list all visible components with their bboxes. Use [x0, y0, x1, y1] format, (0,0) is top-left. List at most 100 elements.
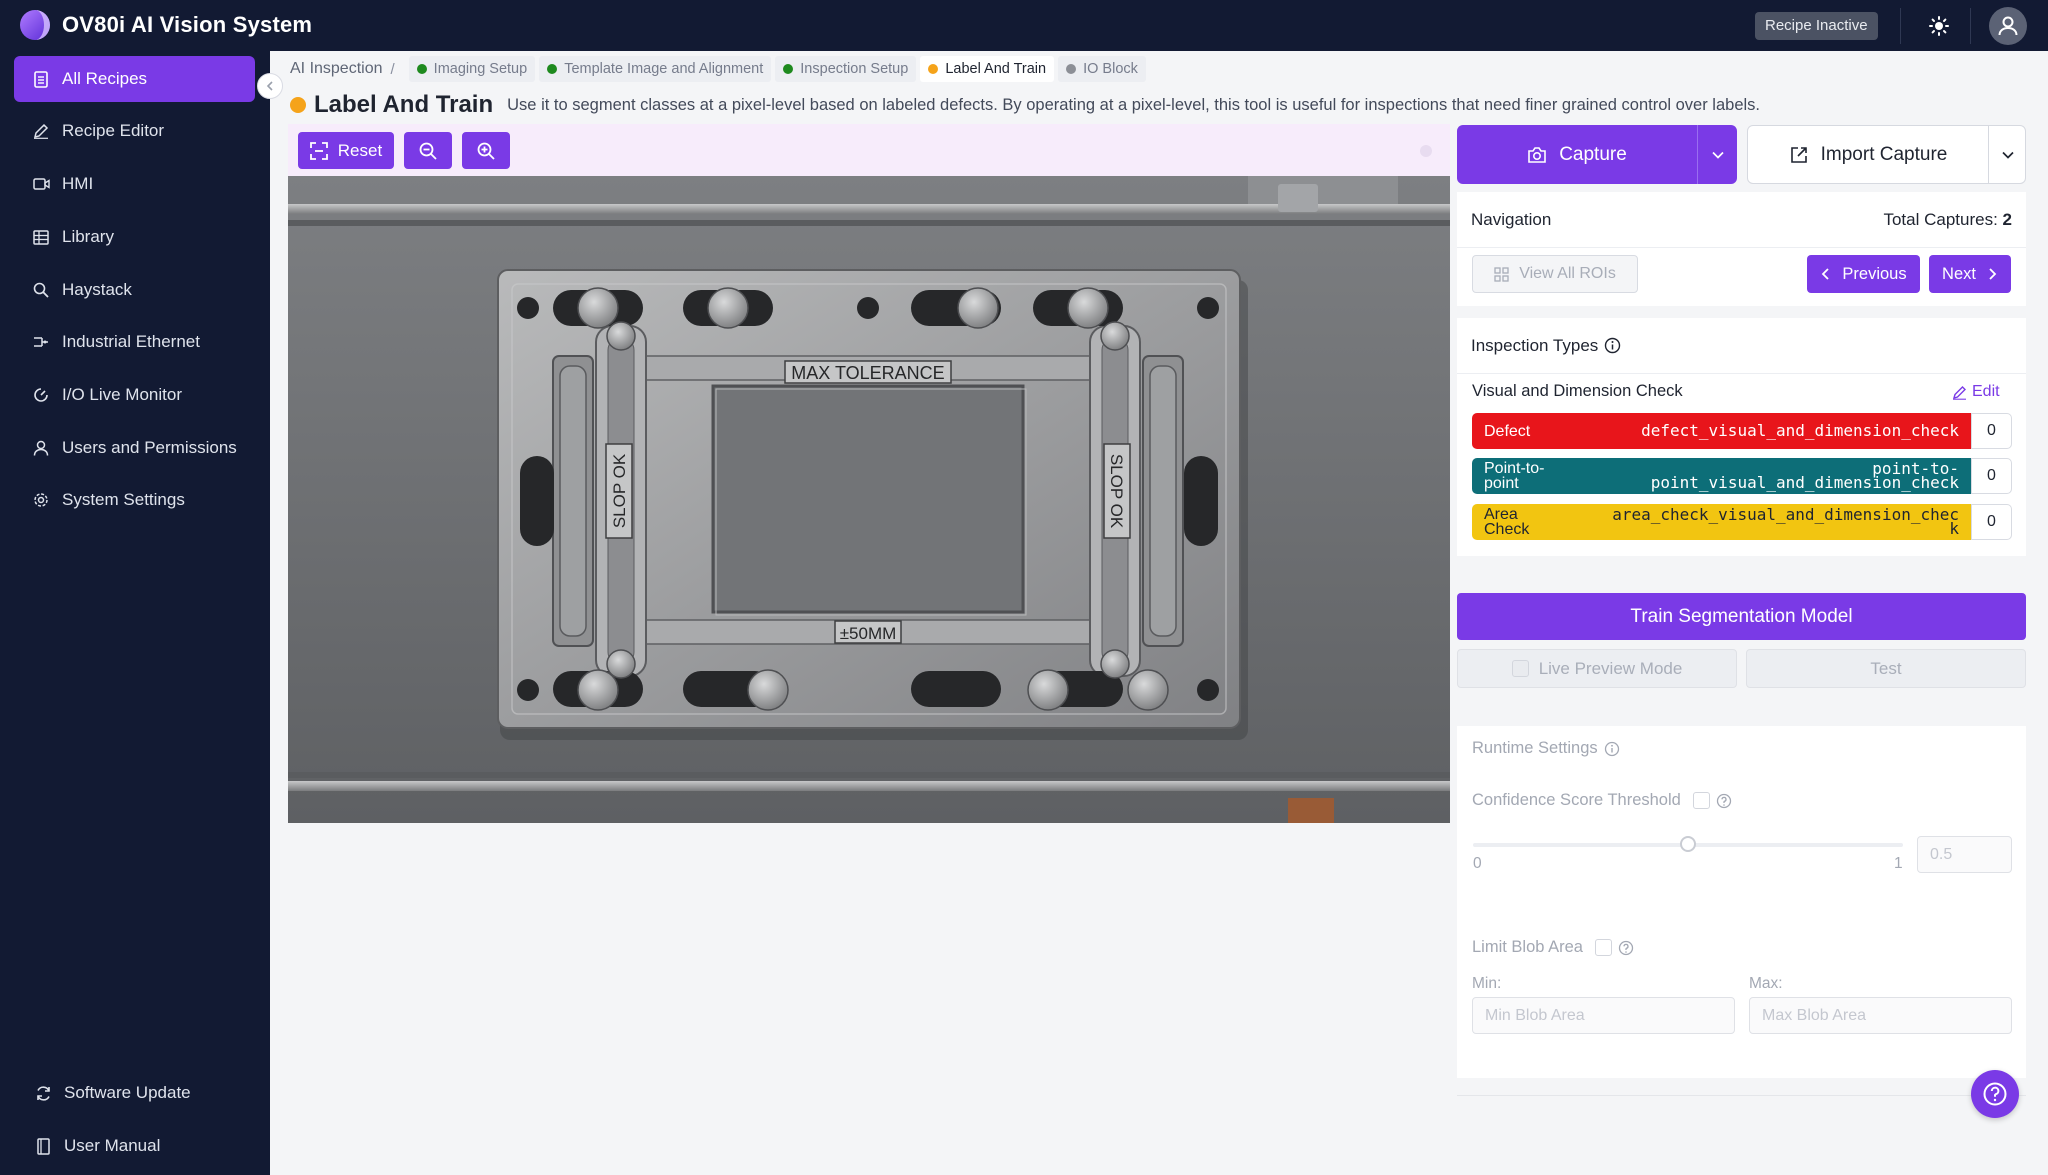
class-row-point-to-point[interactable]: Point-to- point point-to- point_visual_a…	[1472, 458, 2012, 494]
class-name-line: point	[1484, 475, 1519, 492]
theme-toggle-button[interactable]	[1924, 11, 1954, 41]
inspection-types-title: Inspection Types	[1471, 335, 1599, 355]
confidence-threshold-checkbox[interactable]	[1692, 792, 1710, 809]
reset-button[interactable]: Reset	[298, 132, 394, 169]
total-captures: Total Captures: 2	[1883, 210, 2012, 230]
sidebar-item-software-update[interactable]: Software Update	[14, 1070, 255, 1116]
capture-options-button[interactable]	[1698, 125, 1737, 184]
runtime-settings-header: Runtime Settings	[1472, 739, 1620, 758]
sidebar-item-hmi[interactable]: HMI	[14, 161, 255, 207]
step-label: Imaging Setup	[433, 61, 528, 77]
user-avatar-button[interactable]	[1989, 7, 2027, 45]
captured-part-image: MAX TOLERANCE ±50MM SLOP OK SLOP OK	[288, 176, 1450, 823]
sidebar-item-user-manual[interactable]: User Manual	[14, 1123, 255, 1169]
zoom-out-button[interactable]	[404, 132, 452, 169]
limit-blob-area-checkbox[interactable]	[1594, 939, 1612, 956]
sidebar-item-haystack[interactable]: Haystack	[14, 267, 255, 313]
plate-bottom-label: ±50MM	[840, 624, 897, 643]
chevron-down-icon	[1711, 151, 1724, 159]
class-name-line: Check	[1484, 521, 1530, 538]
status-dot	[416, 64, 427, 74]
sidebar: All Recipes Recipe Editor HMI Library Ha…	[0, 51, 270, 1175]
capture-button[interactable]: Capture	[1457, 125, 1737, 184]
help-icon[interactable]	[1716, 793, 1732, 809]
status-dot	[928, 64, 939, 74]
sidebar-item-recipe-editor[interactable]: Recipe Editor	[14, 108, 255, 154]
sidebar-item-users-and-permissions[interactable]: Users and Permissions	[14, 425, 255, 471]
sidebar-item-system-settings[interactable]: System Settings	[14, 477, 255, 523]
plate-top-label: MAX TOLERANCE	[791, 363, 944, 383]
app-title: OV80i AI Vision System	[62, 12, 313, 37]
runtime-settings-title: Runtime Settings	[1472, 739, 1598, 757]
import-capture-button[interactable]: Import Capture	[1747, 125, 2026, 184]
slider-min-label: 0	[1473, 855, 1482, 872]
sidebar-collapse-button[interactable]	[257, 73, 283, 99]
sidebar-item-industrial-ethernet[interactable]: Industrial Ethernet	[14, 319, 255, 365]
view-all-rois-label: View All ROIs	[1519, 265, 1616, 282]
sidebar-item-io-live-monitor[interactable]: I/O Live Monitor	[14, 372, 255, 418]
app-logo-icon	[20, 10, 50, 40]
help-button[interactable]	[1971, 1070, 2019, 1118]
class-count: 0	[1971, 413, 2012, 449]
previous-button[interactable]: Previous	[1807, 255, 1920, 293]
edit-label: Edit	[1972, 383, 2000, 400]
step-io-block[interactable]: IO Block	[1058, 56, 1146, 82]
info-icon[interactable]	[1604, 741, 1620, 757]
next-button[interactable]: Next	[1929, 255, 2011, 293]
gauge-icon	[32, 386, 50, 404]
sidebar-item-label: System Settings	[62, 490, 185, 509]
limit-blob-area-label: Limit Blob Area	[1472, 938, 1583, 956]
help-icon[interactable]	[1618, 940, 1634, 956]
view-all-rois-button[interactable]: View All ROIs	[1472, 255, 1638, 293]
import-options-button[interactable]	[1989, 126, 2026, 183]
step-label-and-train[interactable]: Label And Train	[920, 56, 1055, 82]
sidebar-item-label: All Recipes	[62, 69, 148, 88]
sidebar-item-label: Haystack	[62, 280, 132, 299]
min-blob-area-input[interactable]: Min Blob Area	[1472, 997, 1735, 1034]
step-inspection-setup[interactable]: Inspection Setup	[775, 56, 917, 82]
help-icon	[1983, 1082, 2007, 1106]
max-blob-area-input[interactable]: Max Blob Area	[1749, 997, 2012, 1034]
breadcrumb-root[interactable]: AI Inspection	[290, 60, 383, 78]
confidence-slider-thumb[interactable]	[1680, 836, 1696, 852]
sidebar-item-all-recipes[interactable]: All Recipes	[14, 56, 255, 102]
refresh-icon	[34, 1084, 52, 1102]
step-imaging-setup[interactable]: Imaging Setup	[408, 56, 536, 82]
capture-label: Capture	[1559, 143, 1627, 165]
status-dot	[783, 64, 794, 74]
limit-blob-area-row: Limit Blob Area	[1472, 938, 1634, 957]
search-icon	[32, 281, 50, 299]
sidebar-item-label: Users and Permissions	[62, 438, 237, 457]
status-dot	[547, 64, 558, 74]
reset-label: Reset	[337, 140, 383, 160]
grid-icon	[1494, 266, 1509, 282]
class-row-area-check[interactable]: Area Check area_check_visual_and_dimensi…	[1472, 504, 2012, 540]
edit-inspection-types-link[interactable]: Edit	[1952, 383, 2000, 401]
sidebar-item-label: Industrial Ethernet	[62, 332, 200, 351]
class-name-line: Point-to-	[1484, 460, 1545, 477]
max-blob-label: Max:	[1749, 975, 1783, 992]
next-label: Next	[1942, 264, 1976, 283]
recipe-status-badge: Recipe Inactive	[1755, 12, 1878, 40]
test-button[interactable]: Test	[1746, 649, 2026, 688]
zoom-out-icon	[419, 142, 437, 160]
zoom-in-icon	[477, 142, 495, 160]
class-row-defect[interactable]: Defect defect_visual_and_dimension_check…	[1472, 413, 2012, 449]
info-icon[interactable]	[1604, 337, 1621, 354]
class-name: Defect	[1484, 422, 1531, 440]
step-label: Inspection Setup	[800, 61, 909, 77]
sidebar-item-library[interactable]: Library	[14, 214, 255, 260]
train-segmentation-model-button[interactable]: Train Segmentation Model	[1457, 593, 2026, 640]
sidebar-item-label: Recipe Editor	[62, 121, 165, 140]
live-preview-checkbox[interactable]	[1511, 660, 1529, 677]
step-template-image-and-alignment[interactable]: Template Image and Alignment	[539, 56, 772, 82]
confidence-value-input[interactable]: 0.5	[1917, 836, 2012, 873]
pencil-icon	[32, 122, 50, 140]
zoom-in-button[interactable]	[462, 132, 510, 169]
class-count: 0	[1971, 458, 2012, 494]
step-label: Template Image and Alignment	[564, 61, 764, 77]
capture-image-canvas[interactable]: MAX TOLERANCE ±50MM SLOP OK SLOP OK	[288, 176, 1450, 823]
live-preview-mode-toggle[interactable]: Live Preview Mode	[1457, 649, 1737, 688]
sidebar-item-label: User Manual	[64, 1136, 161, 1155]
inspection-group-name: Visual and Dimension Check	[1472, 382, 1683, 400]
